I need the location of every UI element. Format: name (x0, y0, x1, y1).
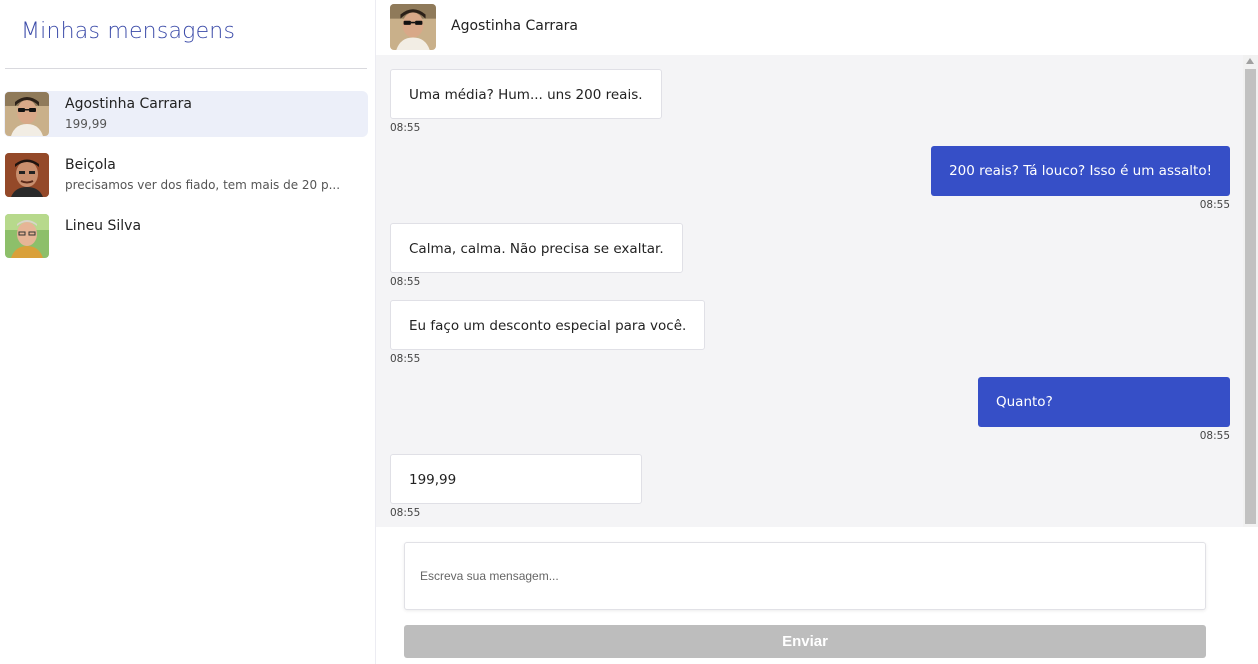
scrollbar-thumb[interactable] (1245, 69, 1256, 524)
message-outgoing: 200 reais? Tá louco? Isso é um assalto! … (931, 146, 1230, 211)
chat-contact-name: Agostinha Carrara (451, 18, 579, 34)
chat-header-avatar (390, 4, 436, 50)
message-composer: Enviar (376, 527, 1258, 664)
message-bubble: 199,99 (390, 454, 642, 504)
message-incoming: Calma, calma. Não precisa se exaltar. 08… (390, 223, 683, 288)
messages-scrollbar[interactable] (1243, 55, 1258, 527)
contact-name: Beiçola (65, 157, 116, 173)
message-outgoing: Quanto? 08:55 (978, 377, 1230, 442)
message-bubble: Uma média? Hum... uns 200 reais. (390, 69, 662, 119)
conversation-sidebar: Minhas mensagens Agostinha Carrara 199,9… (0, 0, 376, 664)
contact-item-agostinha[interactable]: Agostinha Carrara 199,99 (4, 91, 368, 137)
message-incoming: Eu faço um desconto especial para você. … (390, 300, 706, 365)
contact-preview: 199,99 (65, 117, 107, 131)
message-time: 08:55 (1199, 199, 1230, 211)
message-time: 08:55 (1199, 430, 1230, 442)
message-bubble: Quanto? (978, 377, 1230, 427)
scroll-up-arrow-icon[interactable] (1246, 58, 1254, 64)
message-time: 08:55 (390, 122, 421, 134)
contact-item-lineu[interactable]: Lineu Silva (4, 213, 368, 259)
sidebar-title: Minhas mensagens (21, 19, 236, 44)
message-incoming: Uma média? Hum... uns 200 reais. 08:55 (390, 69, 662, 134)
avatar (5, 153, 49, 197)
contact-preview: precisamos ver dos fiado, tem mais de 20… (65, 178, 341, 192)
message-bubble: Eu faço um desconto especial para você. (390, 300, 706, 350)
avatar (5, 214, 49, 258)
avatar (5, 92, 49, 136)
message-bubble: Calma, calma. Não precisa se exaltar. (390, 223, 683, 273)
message-bubble: 200 reais? Tá louco? Isso é um assalto! (931, 146, 1230, 196)
message-list[interactable]: Uma média? Hum... uns 200 reais. 08:55 2… (376, 55, 1243, 527)
message-input[interactable] (404, 542, 1206, 610)
message-time: 08:55 (390, 507, 421, 519)
message-time: 08:55 (390, 353, 421, 365)
contact-name: Lineu Silva (65, 218, 142, 234)
message-incoming: 199,99 08:55 (390, 454, 642, 519)
contact-list: Agostinha Carrara 199,99 Beiçola precisa… (4, 91, 368, 274)
sidebar-divider (5, 68, 367, 69)
send-button[interactable]: Enviar (404, 625, 1206, 658)
contact-name: Agostinha Carrara (65, 96, 193, 112)
chat-header: Agostinha Carrara (376, 0, 1258, 55)
message-time: 08:55 (390, 276, 421, 288)
contact-item-beicola[interactable]: Beiçola precisamos ver dos fiado, tem ma… (4, 152, 368, 198)
